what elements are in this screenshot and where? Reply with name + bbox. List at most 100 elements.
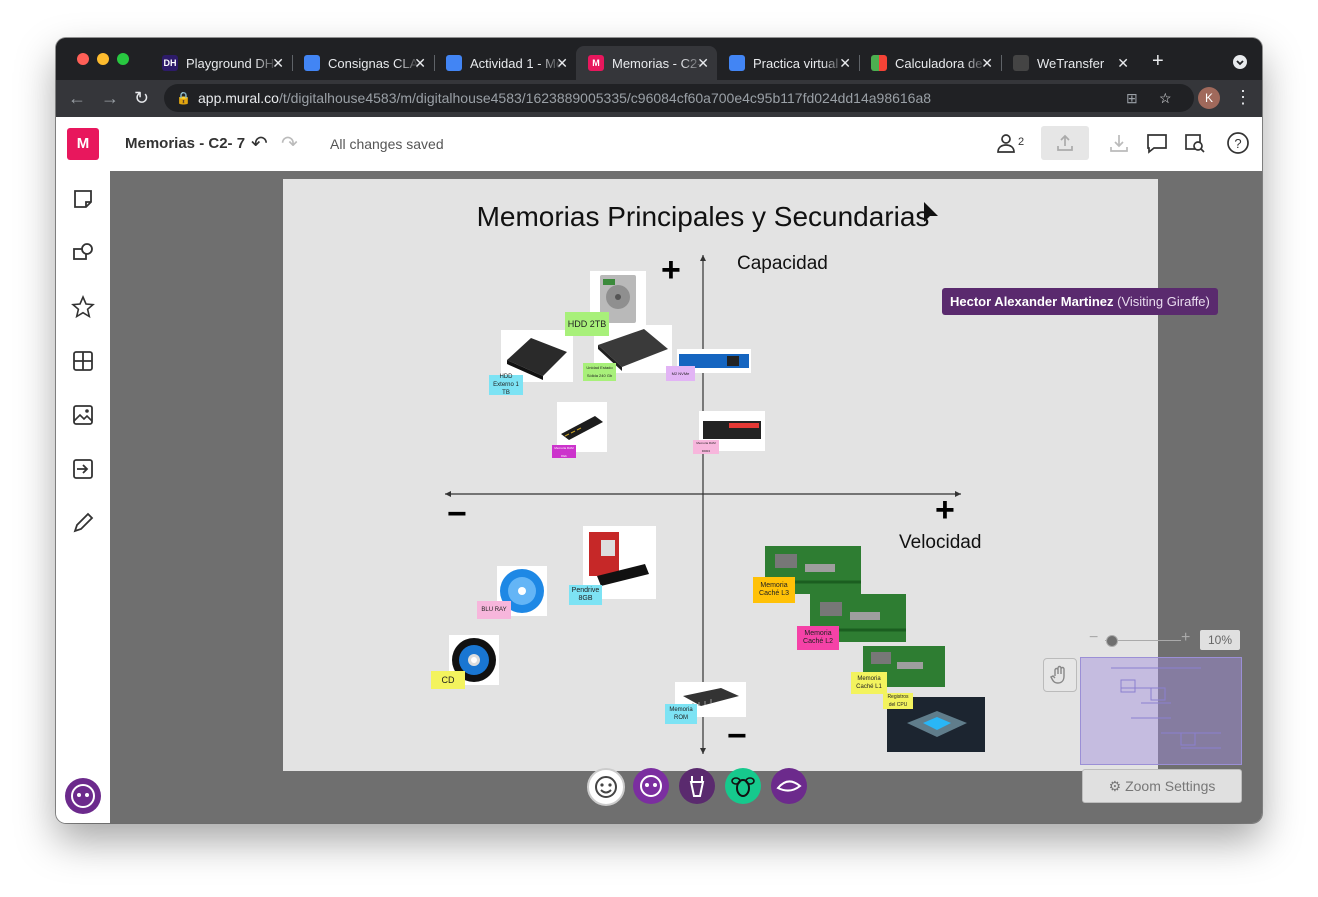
- new-tab-icon[interactable]: +: [1152, 50, 1164, 73]
- collaborator-giraffe-icon[interactable]: [679, 768, 715, 804]
- user-avatar-icon[interactable]: [65, 778, 101, 814]
- sticky-note-ssd[interactable]: Unidad Estado Sólida 240 Gb: [583, 363, 616, 381]
- dh-icon: DH: [162, 55, 178, 71]
- reactions-icon[interactable]: [587, 768, 625, 806]
- sticky-note-cache-l1[interactable]: Memoria Caché L1: [851, 672, 887, 694]
- mural-canvas[interactable]: Memorias Principales y Secundarias Capac…: [110, 171, 1262, 823]
- plus-speed[interactable]: +: [935, 493, 955, 527]
- minus-speed[interactable]: −: [447, 497, 467, 531]
- close-tab-icon[interactable]: ✕: [272, 55, 284, 72]
- tab-actividad[interactable]: Actividad 1 - Memorias ✕: [434, 46, 576, 80]
- zoom-settings-button[interactable]: ⚙ Zoom Settings: [1082, 769, 1242, 803]
- tab-consignas[interactable]: Consignas CLASE ✕: [292, 46, 435, 80]
- x-axis-label[interactable]: Velocidad: [899, 532, 981, 554]
- minus-capacity[interactable]: −: [727, 719, 747, 753]
- zoom-in-icon[interactable]: +: [1181, 629, 1190, 647]
- sticky-note-cache-l2[interactable]: Memoria Caché L2: [797, 626, 839, 650]
- gear-icon: ⚙: [1108, 778, 1122, 794]
- templates-grid-icon[interactable]: [70, 348, 96, 374]
- docs-icon: [446, 55, 462, 71]
- sticky-note-registros[interactable]: Registros del CPU: [883, 693, 913, 709]
- wetransfer-icon: [1013, 55, 1029, 71]
- remote-cursor-icon: [924, 202, 938, 222]
- comments-icon[interactable]: [1145, 131, 1169, 155]
- star-icon[interactable]: [70, 294, 96, 320]
- plus-capacity[interactable]: +: [661, 253, 681, 287]
- browser-window: DH Playground DH ✕ Consignas CLASE ✕ Act…: [56, 38, 1262, 823]
- image-icon[interactable]: [70, 402, 96, 428]
- bookmark-star-icon[interactable]: ☆: [1159, 84, 1172, 112]
- svg-text:?: ?: [1234, 136, 1241, 151]
- close-tab-icon[interactable]: ✕: [556, 55, 568, 72]
- maximize-window-button[interactable]: [117, 53, 129, 65]
- sticky-note-cache-l3[interactable]: Memoria Caché L3: [753, 577, 795, 603]
- minimap[interactable]: [1080, 657, 1242, 765]
- share-button[interactable]: [1041, 126, 1089, 160]
- tab-search-icon[interactable]: [1233, 55, 1247, 69]
- calculator-icon: [871, 55, 887, 71]
- close-tab-icon[interactable]: ✕: [414, 55, 426, 72]
- collaborators-icon[interactable]: [994, 131, 1018, 155]
- remote-cursor-tag: Hector Alexander Martinez (Visiting Gira…: [942, 288, 1218, 315]
- board-area[interactable]: Memorias Principales y Secundarias Capac…: [283, 179, 1158, 771]
- zoom-level[interactable]: 10%: [1200, 630, 1240, 650]
- collaborator-bee-icon[interactable]: [725, 768, 761, 804]
- mural-title[interactable]: Memorias - C2- 7: [125, 135, 245, 152]
- sticky-note-cd[interactable]: CD: [431, 671, 465, 689]
- sticky-note-ram-1[interactable]: Memoria RAM 8Gb: [552, 445, 576, 458]
- close-tab-icon[interactable]: ✕: [697, 55, 709, 72]
- lock-icon: 🔒: [176, 91, 191, 105]
- close-window-button[interactable]: [77, 53, 89, 65]
- left-toolbar: M: [56, 117, 111, 823]
- sticky-note-hdd-externo[interactable]: HDD Externo 1 TB: [489, 374, 523, 396]
- save-status: All changes saved: [330, 136, 444, 152]
- address-bar[interactable]: 🔒 app.mural.co/t/digitalhouse4583/m/digi…: [164, 84, 1194, 112]
- import-icon[interactable]: [70, 456, 96, 482]
- y-axis-label[interactable]: Capacidad: [737, 253, 828, 275]
- app-header: Memorias - C2- 7 ↶ ↷ All changes saved 2…: [110, 117, 1262, 172]
- browser-menu-icon[interactable]: ⋮: [1234, 87, 1252, 108]
- forward-icon[interactable]: →: [101, 87, 119, 109]
- download-icon[interactable]: [1107, 131, 1131, 155]
- profile-avatar[interactable]: K: [1198, 87, 1220, 109]
- docs-icon: [729, 55, 745, 71]
- pen-icon[interactable]: [70, 510, 96, 536]
- sticky-note-bluray[interactable]: BLU RAY: [477, 601, 511, 619]
- sticky-note-m2[interactable]: M2 NVMe: [666, 366, 695, 381]
- zoom-slider[interactable]: − +: [1089, 629, 1190, 647]
- tab-wetransfer[interactable]: WeTransfer ✕: [1001, 46, 1137, 80]
- mural-logo[interactable]: M: [67, 128, 99, 160]
- shapes-icon[interactable]: [70, 240, 96, 266]
- redo-icon[interactable]: ↷: [281, 131, 298, 156]
- collaborator-shark-icon[interactable]: [771, 768, 807, 804]
- sticky-note-rom[interactable]: Memoria ROM: [665, 704, 697, 724]
- sticky-note-pendrive[interactable]: Pendrive 8GB: [569, 585, 602, 605]
- mural-app: M Memorias - C2- 7 ↶ ↷ All changes saved…: [56, 117, 1262, 823]
- help-icon[interactable]: ?: [1226, 131, 1250, 155]
- sticky-note-hdd2tb[interactable]: HDD 2TB: [565, 312, 609, 336]
- collaborators-count: 2: [1018, 136, 1025, 148]
- zoom-handle[interactable]: [1106, 635, 1118, 647]
- tab-practica[interactable]: Practica virtual ✕: [717, 46, 860, 80]
- upload-icon: [1057, 134, 1073, 151]
- zoom-out-icon[interactable]: −: [1089, 629, 1098, 647]
- minimize-window-button[interactable]: [97, 53, 109, 65]
- tab-playground[interactable]: DH Playground DH ✕: [150, 46, 293, 80]
- collaborator-monkey-icon[interactable]: [633, 768, 669, 804]
- close-tab-icon[interactable]: ✕: [1117, 55, 1129, 72]
- tab-calculadora[interactable]: Calculadora de ✕: [859, 46, 1002, 80]
- sticky-note-ram-2[interactable]: Memoria RAM DDR4: [693, 440, 719, 454]
- tab-memorias[interactable]: M Memorias - C2-7 ✕: [576, 46, 717, 80]
- tab-strip: DH Playground DH ✕ Consignas CLASE ✕ Act…: [56, 38, 1262, 80]
- sticky-note-icon[interactable]: [70, 186, 96, 212]
- pan-hand-button[interactable]: [1043, 658, 1077, 692]
- browser-toolbar: ← → ↻ 🔒 app.mural.co/t/digitalhouse4583/…: [56, 80, 1262, 117]
- undo-icon[interactable]: ↶: [251, 131, 268, 156]
- search-icon[interactable]: [1183, 131, 1207, 155]
- docs-icon: [304, 55, 320, 71]
- back-icon[interactable]: ←: [68, 87, 86, 109]
- reload-icon[interactable]: ↻: [134, 87, 149, 109]
- close-tab-icon[interactable]: ✕: [839, 55, 851, 72]
- translate-icon[interactable]: ⊞: [1126, 84, 1138, 112]
- close-tab-icon[interactable]: ✕: [981, 55, 993, 72]
